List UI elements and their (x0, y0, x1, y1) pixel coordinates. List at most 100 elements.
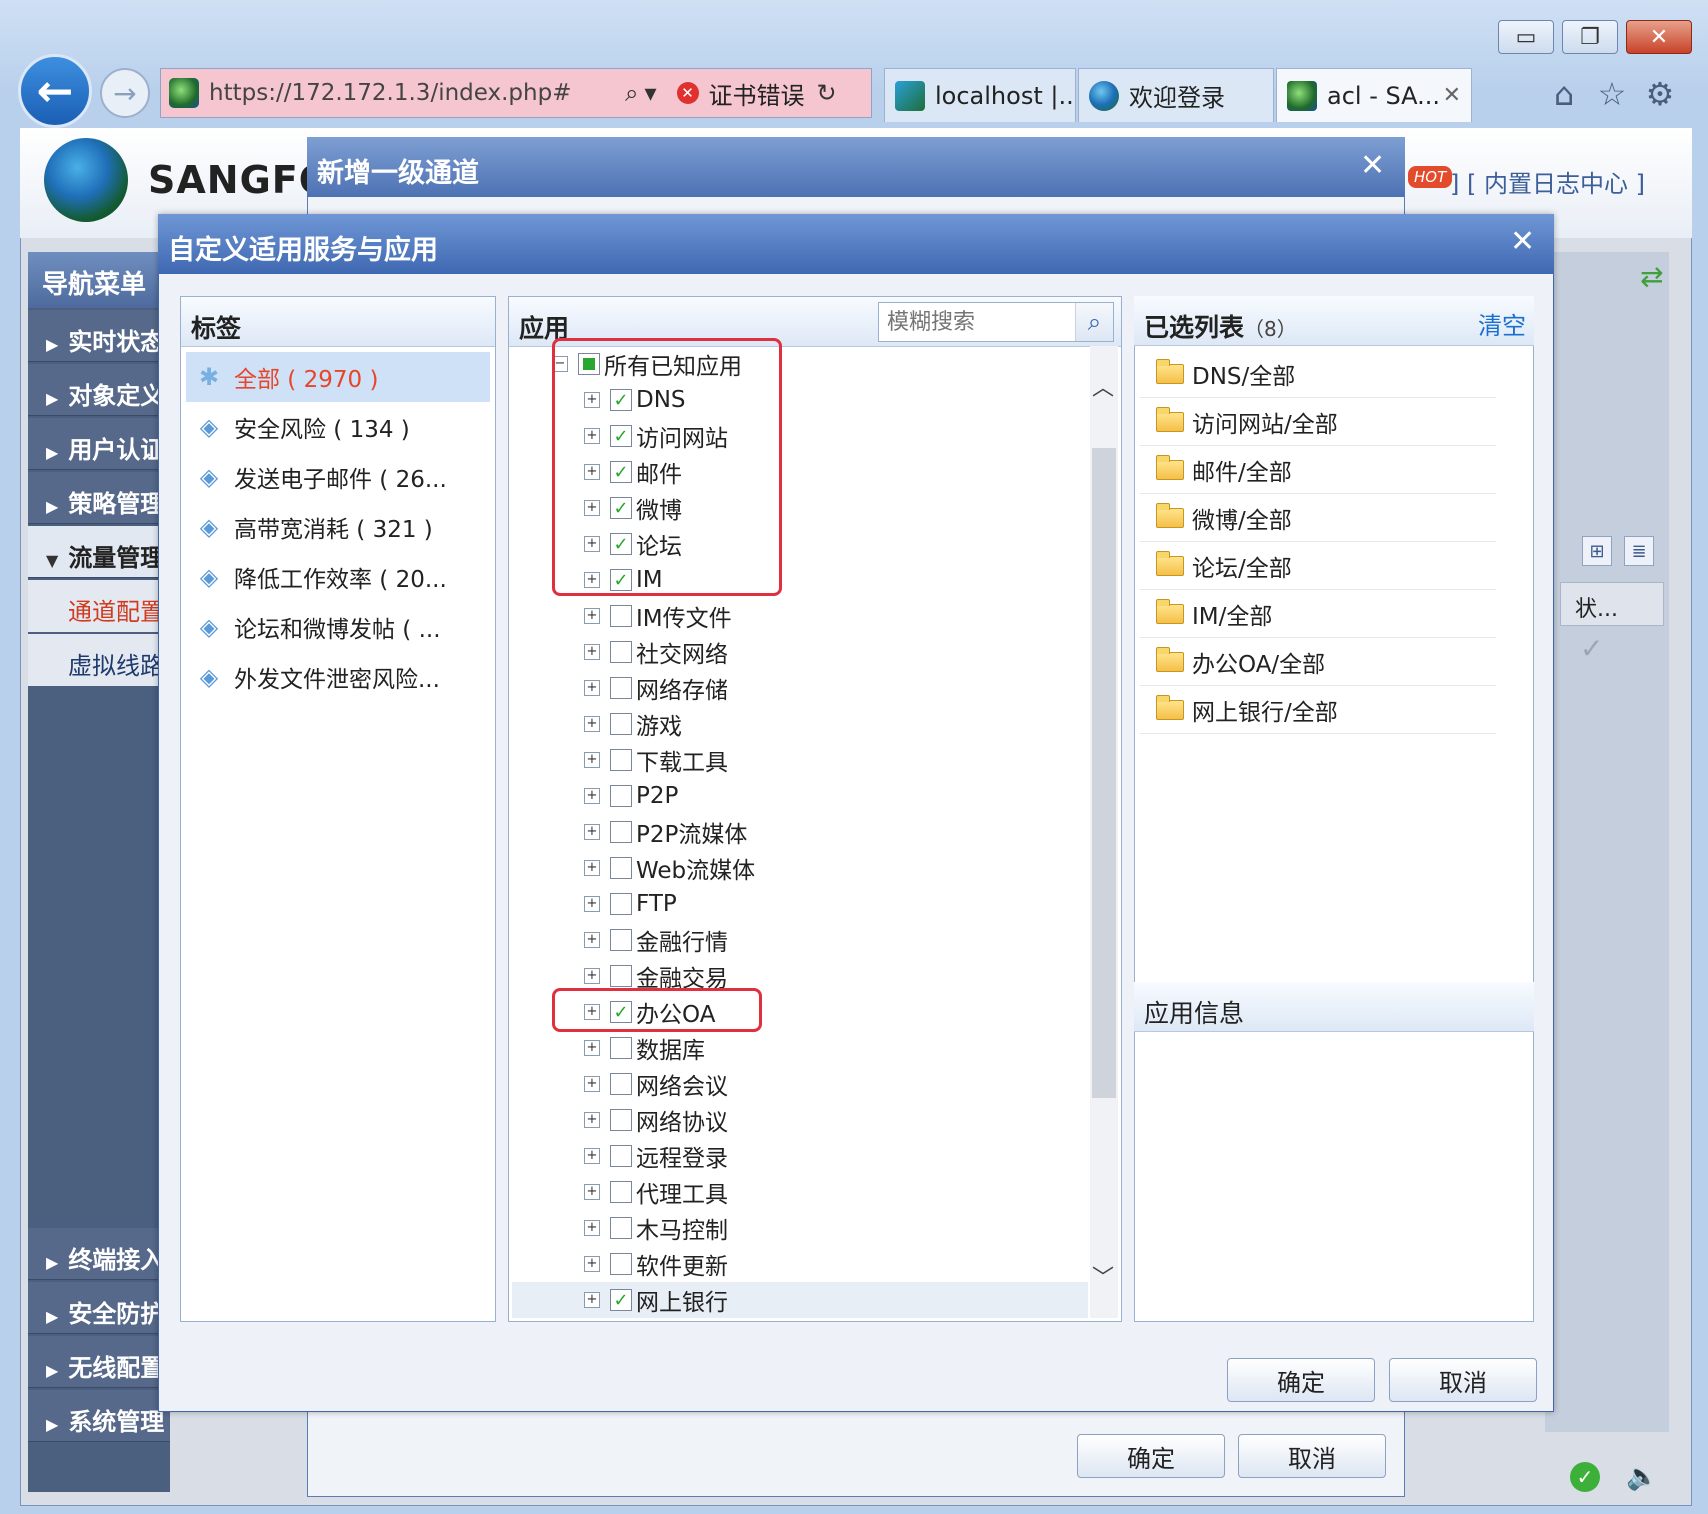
search-icon[interactable]: ⌕ (625, 79, 638, 107)
speaker-icon[interactable]: 🔈 (1626, 1462, 1658, 1492)
tree-item-row[interactable]: + 下载工具 (512, 742, 1088, 778)
tree-item-checkbox[interactable] (610, 821, 632, 843)
tab-close-icon[interactable]: ✕ (1443, 83, 1461, 108)
tree-item-checkbox[interactable] (610, 677, 632, 699)
nav-item-traffic[interactable]: ▼ 流量管理 (28, 526, 170, 578)
address-url[interactable]: https://172.172.1.3/index.php# (209, 80, 619, 106)
tree-item-checkbox[interactable] (610, 1181, 632, 1203)
tree-item-row[interactable]: + 金融行情 (512, 922, 1088, 958)
expand-icon[interactable]: + (584, 608, 600, 624)
tag-item[interactable]: ◈ 论坛和微博发帖 ( ... (186, 602, 490, 652)
tree-item-row[interactable]: + 社交网络 (512, 634, 1088, 670)
tree-item-checkbox[interactable] (610, 893, 632, 915)
tag-item[interactable]: ◈ 降低工作效率 ( 20... (186, 552, 490, 602)
tree-item-checkbox[interactable] (610, 749, 632, 771)
dropdown-icon[interactable]: ▾ (644, 79, 656, 107)
nav-item-security[interactable]: ▶ 安全防护 (28, 1282, 170, 1334)
nav-item-objects[interactable]: ▶ 对象定义 (28, 364, 170, 416)
forward-button[interactable]: → (100, 68, 150, 118)
tree-item-checkbox[interactable] (610, 965, 632, 987)
window-close-button[interactable]: ✕ (1626, 20, 1692, 54)
tag-item[interactable]: ◈ 发送电子邮件 ( 26... (186, 452, 490, 502)
tree-item-row[interactable]: + 木马控制 (512, 1210, 1088, 1246)
nav-item-realtime[interactable]: ▶ 实时状态 (28, 310, 170, 362)
tree-scrollbar-thumb[interactable] (1092, 448, 1116, 1098)
expand-icon[interactable]: + (584, 896, 600, 912)
tag-item[interactable]: ◈ 安全风险 ( 134 ) (186, 402, 490, 452)
expand-icon[interactable]: + (584, 788, 600, 804)
tree-item-row[interactable]: + 游戏 (512, 706, 1088, 742)
expand-icon[interactable]: + (584, 752, 600, 768)
tree-item-row[interactable]: + P2P (512, 778, 1088, 814)
settings-gear-icon[interactable]: ⚙ (1640, 74, 1680, 114)
status-column-header[interactable]: 状... (1560, 582, 1664, 626)
selected-item[interactable]: 办公OA/全部 (1140, 638, 1496, 686)
expand-icon[interactable]: + (584, 1184, 600, 1200)
expand-icon[interactable]: + (584, 932, 600, 948)
tree-item-checkbox[interactable] (610, 1217, 632, 1239)
tree-item-row[interactable]: + 网络会议 (512, 1066, 1088, 1102)
tree-item-checkbox[interactable] (610, 605, 632, 627)
add-channel-close-icon[interactable]: ✕ (1360, 148, 1385, 183)
tree-item-checkbox[interactable] (610, 1253, 632, 1275)
nav-item-system[interactable]: ▶ 系统管理 (28, 1390, 170, 1442)
log-center-link[interactable]: ] [ 内置日志中心 ] (1450, 164, 1645, 199)
ok-button[interactable]: 确定 (1227, 1358, 1375, 1402)
search-icon[interactable]: ⌕ (1075, 303, 1113, 341)
expand-icon[interactable]: + (584, 1220, 600, 1236)
home-icon[interactable]: ⌂ (1544, 74, 1584, 114)
expand-icon[interactable]: + (584, 1256, 600, 1272)
selected-item[interactable]: IM/全部 (1140, 590, 1496, 638)
nav-item-policy[interactable]: ▶ 策略管理 (28, 472, 170, 524)
chevron-down-icon[interactable]: ﹀ (1092, 1260, 1114, 1292)
tag-item[interactable]: ◈ 高带宽消耗 ( 321 ) (186, 502, 490, 552)
favorites-star-icon[interactable]: ☆ (1592, 74, 1632, 114)
expand-icon[interactable]: + (584, 1076, 600, 1092)
expand-icon[interactable]: + (584, 968, 600, 984)
chevron-up-icon[interactable]: ︿ (1092, 370, 1114, 402)
tree-item-checkbox[interactable] (610, 1073, 632, 1095)
add-channel-ok-button[interactable]: 确定 (1077, 1434, 1225, 1478)
tree-item-checkbox[interactable] (610, 713, 632, 735)
tree-item-row[interactable]: + FTP (512, 886, 1088, 922)
tree-item-row[interactable]: + P2P流媒体 (512, 814, 1088, 850)
expand-icon[interactable]: + (584, 824, 600, 840)
selected-item[interactable]: 网上银行/全部 (1140, 686, 1496, 734)
refresh-icon[interactable]: ↻ (817, 79, 837, 107)
tree-item-checkbox[interactable] (610, 1145, 632, 1167)
selected-item[interactable]: 邮件/全部 (1140, 446, 1496, 494)
browser-tab-localhost[interactable]: localhost |... (884, 68, 1076, 122)
restore-button[interactable]: ❐ (1562, 20, 1618, 54)
browser-tab-acl[interactable]: acl - SA... ✕ (1276, 68, 1472, 122)
expand-icon[interactable]: + (584, 860, 600, 876)
tree-item-row[interactable]: + 软件更新 (512, 1246, 1088, 1282)
cert-error-label[interactable]: 证书错误 (709, 76, 805, 111)
expand-icon[interactable]: + (584, 1112, 600, 1128)
selected-item[interactable]: 访问网站/全部 (1140, 398, 1496, 446)
tree-item-checkbox[interactable] (610, 785, 632, 807)
clear-link[interactable]: 清空 (1478, 306, 1526, 341)
tree-item-checkbox[interactable] (610, 1037, 632, 1059)
expand-icon[interactable]: + (584, 716, 600, 732)
nav-item-terminal[interactable]: ▶ 终端接入 (28, 1228, 170, 1280)
tree-item-row[interactable]: + 代理工具 (512, 1174, 1088, 1210)
grid-view-icon[interactable]: ⊞ (1582, 536, 1612, 566)
refresh-icon[interactable]: ⇄ (1640, 260, 1663, 293)
nav-sub-channel[interactable]: 通道配置 (28, 580, 170, 632)
tree-item-row[interactable]: + 网络协议 (512, 1102, 1088, 1138)
tree-item-checkbox[interactable] (610, 1109, 632, 1131)
tree-item-row[interactable]: + ✓ 网上银行 (512, 1282, 1088, 1318)
tree-item-checkbox[interactable] (610, 857, 632, 879)
tree-item-checkbox[interactable] (610, 641, 632, 663)
selected-item[interactable]: 微博/全部 (1140, 494, 1496, 542)
tree-item-row[interactable]: + 数据库 (512, 1030, 1088, 1066)
tree-item-row[interactable]: + 远程登录 (512, 1138, 1088, 1174)
nav-item-wireless[interactable]: ▶ 无线配置 (28, 1336, 170, 1388)
cancel-button[interactable]: 取消 (1389, 1358, 1537, 1402)
tree-item-row[interactable]: + IM传文件 (512, 598, 1088, 634)
tree-item-row[interactable]: + 网络存储 (512, 670, 1088, 706)
selected-item[interactable]: DNS/全部 (1140, 350, 1496, 398)
tree-item-checkbox[interactable] (610, 929, 632, 951)
tree-item-checkbox[interactable]: ✓ (610, 1289, 632, 1311)
add-channel-cancel-button[interactable]: 取消 (1238, 1434, 1386, 1478)
